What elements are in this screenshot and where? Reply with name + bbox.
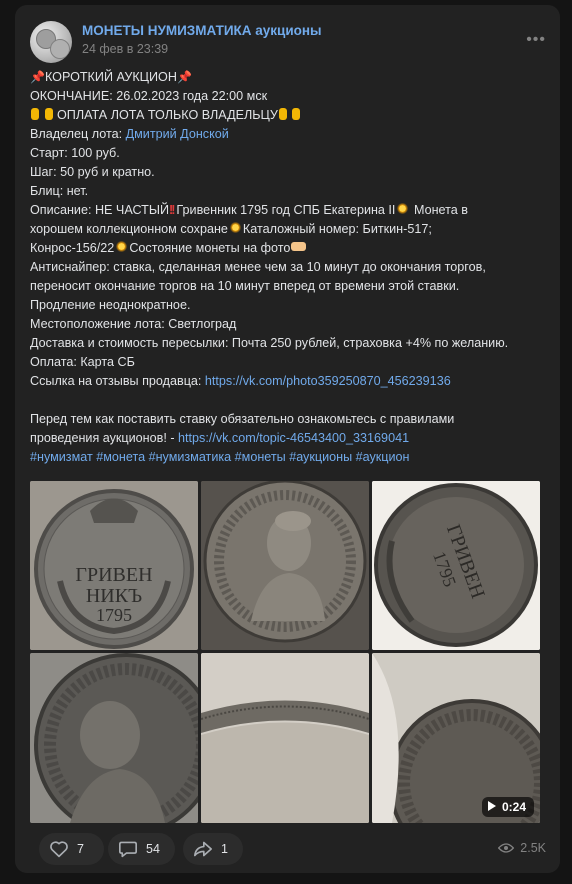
video-duration-badge: 0:24 [481,797,534,817]
svg-text:НИКЪ: НИКЪ [86,585,142,607]
more-options-icon[interactable]: ••• [526,31,546,49]
post-line: Состояние монеты на фото [129,241,291,255]
sun-emoji-icon [115,240,129,253]
coin-reverse-image: ГРИВЕН НИКЪ 1795 [30,481,198,650]
post-text: 📌КОРОТКИЙ АУКЦИОН📌 ОКОНЧАНИЕ: 26.02.2023… [30,68,550,467]
post-line: Антиснайпер: ставка, сделанная менее чем… [30,260,486,274]
coin-obverse-closeup-image [30,653,198,823]
post-card: МОНЕТЫ НУМИЗМАТИКА аукционы 24 фев в 23:… [15,5,560,873]
play-icon [487,801,496,811]
post-date[interactable]: 24 фев в 23:39 [82,42,168,56]
fist-emoji-icon [31,108,39,120]
like-button[interactable]: 7 [39,833,104,865]
sun-emoji-icon [396,202,410,215]
coin-obverse-image [201,481,369,650]
post-actions: 7 54 1 2.5K [30,833,550,865]
comment-button[interactable]: 54 [108,833,175,865]
pushpin-icon: 📌 [176,70,192,84]
post-line: Перед тем как поставить ставку обязатель… [30,412,455,426]
post-line: Продление неоднократное. [30,298,191,312]
post-line: ОПЛАТА ЛОТА ТОЛЬКО ВЛАДЕЛЬЦУ [57,108,278,122]
post-line: Описание: НЕ ЧАСТЫЙ [30,203,170,217]
avatar-coin-shape [50,39,70,59]
owner-link[interactable]: Дмитрий Донской [126,127,229,141]
hashtag-link[interactable]: #нумизмат [30,450,93,464]
pushpin-icon: 📌 [30,70,45,84]
post-line: Оплата: Карта СБ [30,355,135,369]
post-line: Каталожный номер: Биткин-517; [242,222,432,236]
share-icon [194,841,212,857]
video-duration: 0:24 [501,800,526,814]
share-count: 1 [221,842,228,856]
photo-thumbnail[interactable] [201,481,369,650]
post-line: Владелец лота: [30,127,126,141]
fist-emoji-icon [292,108,301,120]
coin-reverse-rotated-image: ГРИВЕН 1795 [372,481,540,650]
post-line: Старт: 100 руб. [30,146,120,160]
hashtag-link[interactable]: #аукцион [356,450,410,464]
views-count: 2.5K [520,841,546,855]
post-line: Доставка и стоимость пересылки: Почта 25… [30,336,509,350]
rules-link[interactable]: https://vk.com/topic-46543400_33169041 [178,431,409,445]
svg-text:1795: 1795 [96,605,132,625]
photo-thumbnail[interactable] [201,653,369,823]
post-line: Монета в [413,203,468,217]
photo-thumbnail[interactable] [30,653,198,823]
post-line: ОКОНЧАНИЕ: 26.02.2023 года 22:00 мск [30,89,268,103]
hashtag-link[interactable]: #монеты [235,450,286,464]
post-line: Ссылка на отзывы продавца: [30,374,205,388]
hashtag-link[interactable]: #аукционы [289,450,352,464]
like-count: 7 [77,842,84,856]
comment-count: 54 [146,842,160,856]
post-line: Конрос-156/22 [30,241,115,255]
post-line: Гривенник 1795 год СПБ Екатерина II [176,203,396,217]
fist-emoji-icon [278,108,287,120]
fist-emoji-icon [44,108,53,120]
heart-icon [50,841,68,858]
post-line: переносит окончание торгов на 10 минут в… [30,279,460,293]
post-line: Шаг: 50 руб и кратно. [30,165,155,179]
photo-thumbnail[interactable]: ГРИВЕН НИКЪ 1795 [30,481,198,650]
comment-icon [119,841,137,858]
post-line: КОРОТКИЙ АУКЦИОН [44,70,177,84]
photo-thumbnail[interactable]: ГРИВЕН 1795 [372,481,540,650]
views-counter: 2.5K [498,841,546,855]
double-exclamation-icon: !! [169,203,176,217]
coin-edge-image [201,653,369,823]
post-line: хорошем коллекционном сохране [30,222,228,236]
photo-grid: ГРИВЕН НИКЪ 1795 ГРИВЕН 1795 0:24 [30,481,540,823]
post-line: Блиц: нет. [30,184,89,198]
video-thumbnail[interactable]: 0:24 [372,653,540,823]
hashtag-link[interactable]: #монета [96,450,145,464]
community-name-link[interactable]: МОНЕТЫ НУМИЗМАТИКА аукционы [82,23,322,38]
eye-icon [498,843,515,853]
share-button[interactable]: 1 [183,833,243,865]
community-avatar[interactable] [30,21,72,63]
hashtag-link[interactable]: #нумизматика [149,450,232,464]
pointing-hand-icon [291,242,307,251]
reviews-link[interactable]: https://vk.com/photo359250870_456239136 [205,374,451,388]
svg-text:ГРИВЕН: ГРИВЕН [75,564,152,586]
sun-emoji-icon [228,221,242,234]
post-line: Местоположение лота: Светлоград [30,317,237,331]
post-line: проведения аукционов! - [30,431,179,445]
